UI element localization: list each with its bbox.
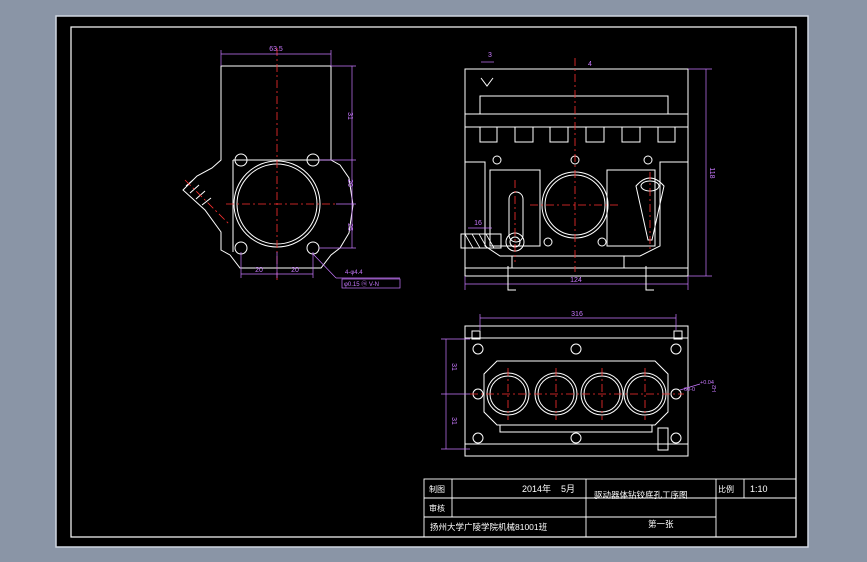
cad-drawing: 63.5 31 20 25 20 20 4-φ4.4 φ0.15 ⓜ V-N 3… <box>55 15 809 548</box>
left-holes-note: 4-φ4.4 <box>345 270 363 276</box>
left-dim-h2: 20 <box>291 267 299 274</box>
left-dim-v1: 31 <box>346 112 353 120</box>
left-dim-h1: 20 <box>255 267 263 274</box>
rb-tol-3: H2 <box>712 385 718 392</box>
rt-dim-small: 3 <box>488 52 492 59</box>
drawing-paper <box>55 15 809 548</box>
rb-dim-width: 316 <box>571 311 583 318</box>
cad-viewport[interactable]: 63.5 31 20 25 20 20 4-φ4.4 φ0.15 ⓜ V-N 3… <box>0 0 867 562</box>
rb-dim-v2: 31 <box>450 417 457 425</box>
tb-date-month: 5月 <box>561 484 575 494</box>
left-dim-v3: 25 <box>346 223 353 231</box>
rt-dim-height: 118 <box>708 167 715 178</box>
rb-dim-v1: 31 <box>450 363 457 371</box>
tb-scale-value: 1:10 <box>750 484 768 494</box>
tb-date-year: 2014年 <box>522 483 551 494</box>
tb-row1-label: 制图 <box>429 484 445 494</box>
tb-scale-label: 比例 <box>718 484 734 494</box>
tb-row2-label: 审核 <box>429 503 445 513</box>
tb-drawing-title: 驱动器体钻铰底孔工序图 <box>594 490 688 500</box>
rt-dim-side: 16 <box>474 220 482 227</box>
tb-sheet: 第一张 <box>648 519 674 529</box>
left-dim-width: 63.5 <box>269 46 283 53</box>
rb-tol-2: 60-0 <box>684 387 695 393</box>
rt-dim-width: 124 <box>570 277 582 284</box>
left-dim-v2: 20 <box>346 179 353 187</box>
rt-dim-top: 4 <box>588 61 592 68</box>
tb-school: 扬州大学广陵学院机械81001班 <box>430 522 548 532</box>
left-tolerance-frame: φ0.15 ⓜ V-N <box>344 280 379 288</box>
